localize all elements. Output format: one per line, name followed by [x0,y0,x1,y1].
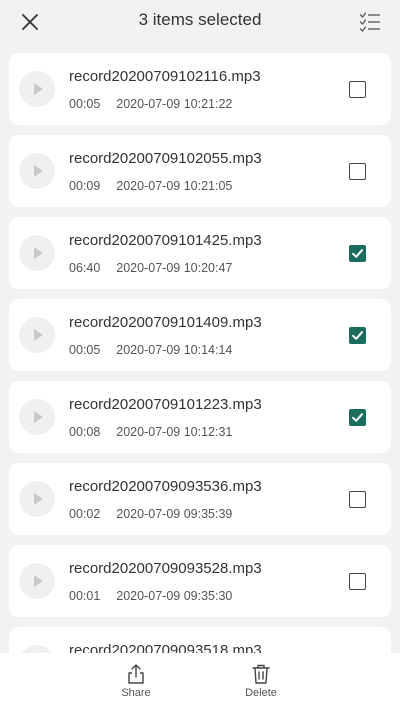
recording-item[interactable]: record20200709102116.mp3 00:05 2020-07-09 … [9,53,391,125]
recording-duration: 00:01 [69,589,101,603]
select-checkbox[interactable] [349,409,366,426]
share-label: Share [121,687,151,699]
play-icon [34,247,43,259]
recording-item[interactable]: record20200709101425.mp3 06:40 2020-07-09 … [9,217,391,289]
recording-name: record20200709102116.mp3 [69,68,261,85]
play-button[interactable] [19,645,55,653]
recording-duration: 00:05 [69,97,101,111]
page-title: 3 items selected [138,10,262,29]
play-button[interactable] [19,481,55,517]
recording-item[interactable]: record20200709101223.mp3 00:08 2020-07-09 … [9,381,391,453]
recording-datetime: 2020-07-09 10:21:22 [116,97,233,111]
recording-name: record20200709101425.mp3 [69,232,262,249]
check-icon [352,331,363,340]
play-icon [34,575,43,587]
recording-item[interactable]: record20200709093528.mp3 00:01 2020-07-09 … [9,545,391,617]
play-icon [34,329,43,341]
recording-meta: 00:08 2020-07-09 10:12:31 [69,425,232,439]
check-icon [352,413,363,422]
share-icon [128,664,144,684]
recording-meta: 00:09 2020-07-09 10:21:05 [69,179,232,193]
recording-item[interactable]: record20200709093518.mp3 [9,627,391,653]
select-checkbox[interactable] [349,81,366,98]
recording-datetime: 2020-07-09 10:12:31 [116,425,233,439]
recording-meta: 00:01 2020-07-09 09:35:30 [69,589,232,603]
select-all-icon [359,12,380,32]
recording-name: record20200709102055.mp3 [69,150,262,167]
select-checkbox[interactable] [349,163,366,180]
recording-duration: 00:02 [69,507,101,521]
recording-duration: 00:05 [69,343,101,357]
check-icon [352,249,363,258]
select-checkbox[interactable] [349,327,366,344]
play-icon [34,83,43,95]
recording-duration: 06:40 [69,261,101,275]
select-all-button[interactable] [356,8,384,36]
recording-datetime: 2020-07-09 09:35:30 [116,589,233,603]
play-icon [34,165,43,177]
recording-duration: 00:08 [69,425,101,439]
recording-name: record20200709101223.mp3 [69,396,262,413]
play-icon [34,493,43,505]
select-checkbox[interactable] [349,245,366,262]
play-button[interactable] [19,317,55,353]
recording-meta: 06:40 2020-07-09 10:20:47 [69,261,232,275]
recording-item[interactable]: record20200709101409.mp3 00:05 2020-07-09 … [9,299,391,371]
select-checkbox[interactable] [349,491,366,508]
recording-item[interactable]: record20200709102055.mp3 00:09 2020-07-09 … [9,135,391,207]
recording-name: record20200709093536.mp3 [69,478,262,495]
recording-meta: 00:05 2020-07-09 10:21:22 [69,97,232,111]
delete-button[interactable]: Delete [231,663,291,699]
recording-name: record20200709101409.mp3 [69,314,262,331]
delete-label: Delete [245,687,277,699]
play-button[interactable] [19,71,55,107]
play-icon [34,411,43,423]
recording-duration: 00:09 [69,179,101,193]
recording-datetime: 2020-07-09 09:35:39 [116,507,233,521]
share-button[interactable]: Share [106,663,166,699]
bottom-toolbar: Share Delete [0,653,400,711]
play-button[interactable] [19,563,55,599]
recording-datetime: 2020-07-09 10:20:47 [116,261,233,275]
recorder-app: 3 items selected record20200709102116.mp… [0,0,400,711]
recording-name: record20200709093518.mp3 [69,642,262,653]
select-checkbox[interactable] [349,573,366,590]
recording-list[interactable]: record20200709102116.mp3 00:05 2020-07-09 … [9,53,391,653]
trash-icon [252,664,270,684]
recording-datetime: 2020-07-09 10:14:14 [116,343,233,357]
selection-header: 3 items selected [0,0,400,44]
recording-meta: 00:05 2020-07-09 10:14:14 [69,343,232,357]
play-button[interactable] [19,153,55,189]
recording-meta: 00:02 2020-07-09 09:35:39 [69,507,232,521]
recording-datetime: 2020-07-09 10:21:05 [116,179,233,193]
play-button[interactable] [19,235,55,271]
play-button[interactable] [19,399,55,435]
recording-name: record20200709093528.mp3 [69,560,262,577]
recording-item[interactable]: record20200709093536.mp3 00:02 2020-07-09 … [9,463,391,535]
